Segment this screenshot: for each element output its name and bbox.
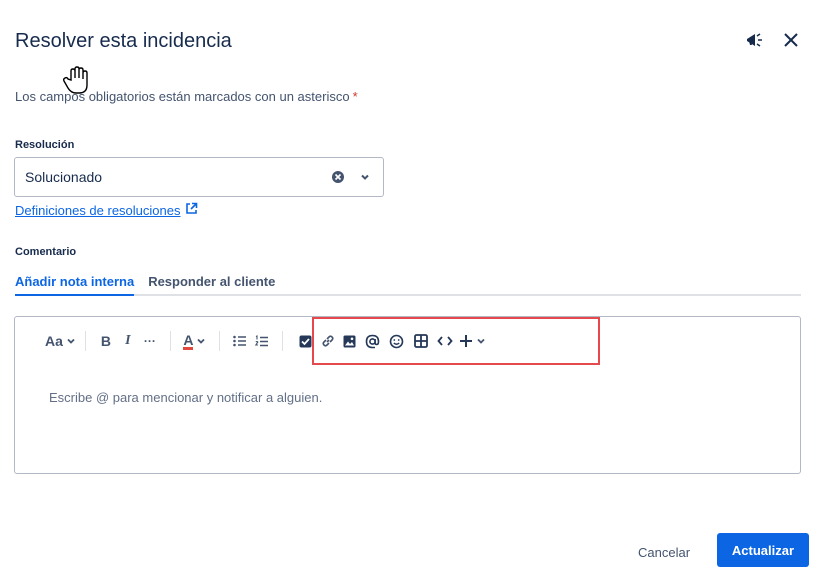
bold-icon[interactable]: B (95, 329, 117, 353)
toolbar-divider (281, 331, 283, 351)
numbered-list-icon[interactable] (251, 329, 273, 353)
close-icon[interactable] (781, 30, 801, 50)
resolution-label: Resolución (15, 139, 75, 151)
text-color-label: A (183, 331, 194, 350)
tab-internal-note[interactable]: Añadir nota interna (15, 272, 135, 296)
text-color-icon[interactable]: A (180, 329, 210, 353)
resolution-definitions-label: Definiciones de resoluciones (15, 202, 181, 218)
required-note-text: Los campos obligatorios están marcados c… (15, 89, 350, 104)
cancel-button[interactable]: Cancelar (626, 536, 702, 568)
toolbar-divider (169, 331, 171, 351)
resolution-value: Solucionado (25, 169, 103, 185)
clear-selection-icon[interactable] (331, 170, 345, 184)
megaphone-icon[interactable] (745, 30, 765, 50)
resolution-select[interactable]: Solucionado (14, 157, 384, 197)
highlight-box (312, 317, 600, 365)
toolbar-divider (84, 331, 86, 351)
chevron-down-icon[interactable] (359, 171, 371, 183)
update-button[interactable]: Actualizar (717, 533, 809, 567)
tab-reply-customer[interactable]: Responder al cliente (148, 272, 275, 296)
comment-label: Comentario (15, 246, 77, 258)
text-style-icon[interactable]: Aa (45, 329, 76, 353)
external-link-icon (185, 202, 198, 218)
required-fields-note: Los campos obligatorios están marcados c… (15, 89, 358, 104)
required-asterisk: * (352, 89, 358, 104)
more-formatting-icon[interactable]: ··· (139, 329, 161, 353)
header-actions (745, 30, 801, 50)
resolution-definitions-link[interactable]: Definiciones de resoluciones (15, 202, 198, 218)
comment-tabs: Añadir nota interna Responder al cliente (15, 272, 801, 296)
bullet-list-icon[interactable] (229, 329, 251, 353)
toolbar-divider (218, 331, 220, 351)
dialog-title: Resolver esta incidencia (15, 30, 232, 52)
text-style-label: Aa (45, 333, 63, 349)
italic-icon[interactable]: I (117, 329, 139, 353)
comment-placeholder: Escribe @ para mencionar y notificar a a… (49, 390, 323, 405)
